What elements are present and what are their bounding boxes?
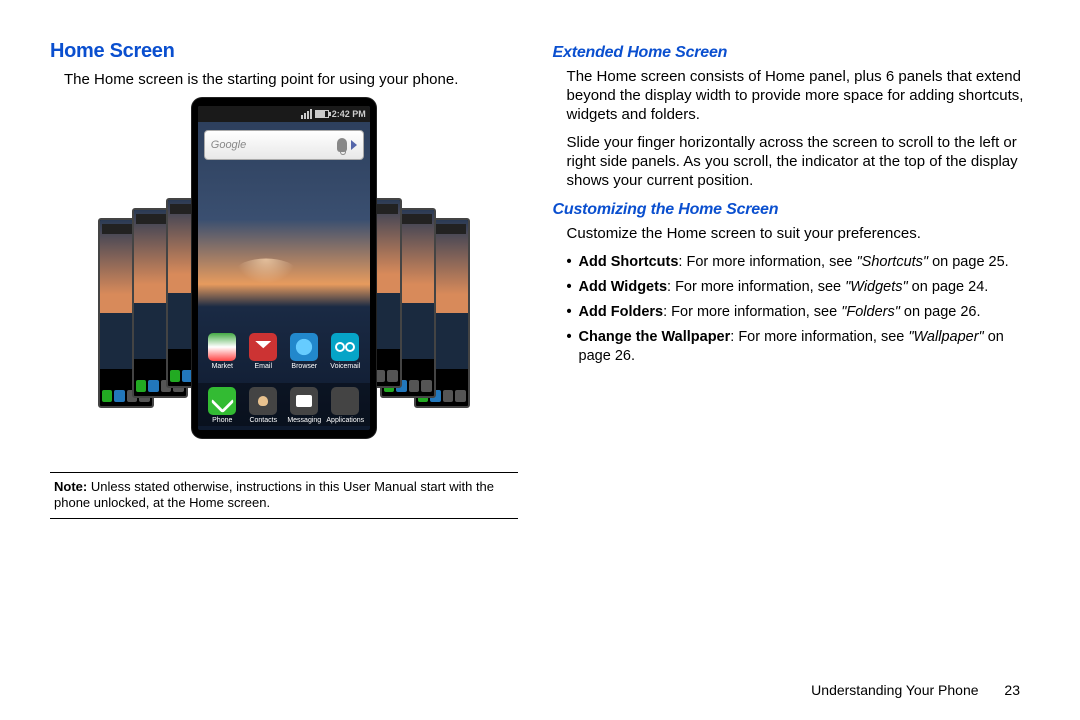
dock-messaging[interactable]: Messaging bbox=[285, 387, 323, 424]
bullet-tail: on page 25. bbox=[928, 254, 1009, 270]
heading-customizing: Customizing the Home Screen bbox=[553, 201, 1030, 219]
bullet-ref: "Widgets" bbox=[845, 279, 908, 295]
bullet-list: Add Shortcuts: For more information, see… bbox=[567, 253, 1030, 365]
app-label: Email bbox=[255, 363, 273, 370]
battery-icon bbox=[315, 110, 329, 118]
market-icon bbox=[208, 333, 236, 361]
para-extended-1: The Home screen consists of Home panel, … bbox=[567, 68, 1030, 124]
google-search-widget[interactable]: Google bbox=[204, 130, 364, 160]
bullet-mid: : For more information, see bbox=[730, 329, 908, 345]
google-logo: Google bbox=[211, 139, 333, 151]
bullet-widgets: Add Widgets: For more information, see "… bbox=[567, 278, 1030, 297]
bullet-tail: on page 26. bbox=[900, 304, 981, 320]
bullet-ref: "Wallpaper" bbox=[908, 329, 983, 345]
app-market[interactable]: Market bbox=[203, 333, 241, 370]
para-customizing: Customize the Home screen to suit your p… bbox=[567, 225, 1030, 244]
bullet-ref: "Shortcuts" bbox=[857, 254, 929, 270]
footer-section: Understanding Your Phone bbox=[811, 682, 978, 698]
clock: 2:42 PM bbox=[332, 109, 366, 119]
browser-icon bbox=[290, 333, 318, 361]
bullet-bold: Add Folders bbox=[579, 304, 664, 320]
mic-icon[interactable] bbox=[337, 138, 347, 152]
wallpaper-reflection bbox=[236, 259, 296, 284]
note-label: Note: bbox=[54, 479, 87, 494]
divider bbox=[50, 518, 518, 519]
search-go-icon[interactable] bbox=[351, 140, 357, 150]
app-label: Voicemail bbox=[330, 363, 360, 370]
app-voicemail[interactable]: Voicemail bbox=[326, 333, 364, 370]
main-phone: 2:42 PM Google Market Email Browser Voic… bbox=[192, 98, 376, 438]
email-icon bbox=[249, 333, 277, 361]
dock-phone[interactable]: Phone bbox=[203, 387, 241, 424]
dock-applications[interactable]: Applications bbox=[326, 387, 364, 424]
home-screen-illustration: 2:42 PM Google Market Email Browser Voic… bbox=[74, 98, 494, 458]
bullet-tail: on page 24. bbox=[908, 279, 989, 295]
bullet-mid: : For more information, see bbox=[663, 304, 841, 320]
dock-row: Phone Contacts Messaging Applications bbox=[198, 383, 370, 426]
voicemail-icon bbox=[331, 333, 359, 361]
bullet-wallpaper: Change the Wallpaper: For more informati… bbox=[567, 328, 1030, 366]
app-label: Messaging bbox=[287, 417, 321, 424]
para-extended-2: Slide your finger horizontally across th… bbox=[567, 134, 1030, 190]
contacts-icon bbox=[249, 387, 277, 415]
note-text: Unless stated otherwise, instructions in… bbox=[54, 479, 494, 510]
app-shortcut-row: Market Email Browser Voicemail bbox=[198, 333, 370, 370]
phone-icon bbox=[208, 387, 236, 415]
app-browser[interactable]: Browser bbox=[285, 333, 323, 370]
bullet-bold: Add Shortcuts bbox=[579, 254, 679, 270]
app-label: Browser bbox=[291, 363, 317, 370]
heading-extended: Extended Home Screen bbox=[553, 44, 1030, 62]
apps-icon bbox=[331, 387, 359, 415]
app-label: Contacts bbox=[249, 417, 277, 424]
page-number: 23 bbox=[1004, 682, 1020, 698]
bullet-bold: Change the Wallpaper bbox=[579, 329, 731, 345]
bullet-bold: Add Widgets bbox=[579, 279, 667, 295]
signal-icon bbox=[301, 109, 312, 119]
app-label: Market bbox=[212, 363, 233, 370]
intro-text: The Home screen is the starting point fo… bbox=[64, 71, 518, 88]
bullet-folders: Add Folders: For more information, see "… bbox=[567, 303, 1030, 322]
messaging-icon bbox=[290, 387, 318, 415]
app-email[interactable]: Email bbox=[244, 333, 282, 370]
heading-home-screen: Home Screen bbox=[50, 40, 518, 63]
dock-contacts[interactable]: Contacts bbox=[244, 387, 282, 424]
bullet-ref: "Folders" bbox=[841, 304, 900, 320]
bullet-mid: : For more information, see bbox=[667, 279, 845, 295]
bullet-shortcuts: Add Shortcuts: For more information, see… bbox=[567, 253, 1030, 272]
bullet-mid: : For more information, see bbox=[678, 254, 856, 270]
note-block: Note: Unless stated otherwise, instructi… bbox=[50, 472, 518, 519]
status-bar: 2:42 PM bbox=[198, 106, 370, 122]
app-label: Phone bbox=[212, 417, 232, 424]
app-label: Applications bbox=[326, 417, 364, 424]
page-footer: Understanding Your Phone 23 bbox=[811, 682, 1020, 698]
